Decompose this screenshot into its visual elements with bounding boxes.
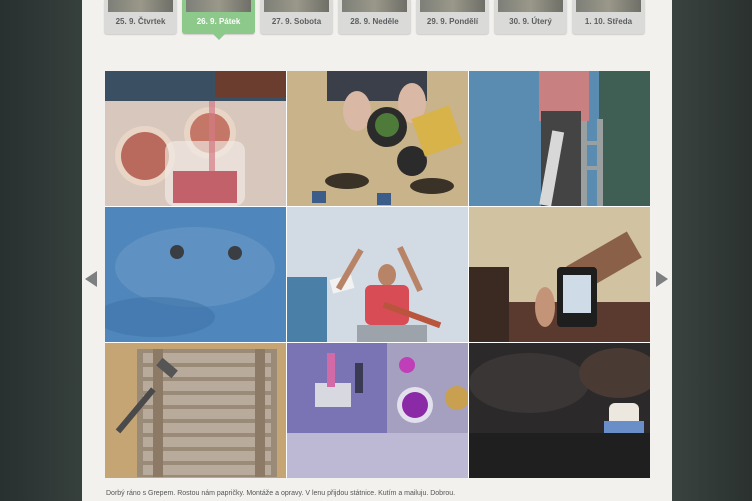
tab-label: 25. 9. Čtvrtek xyxy=(115,17,166,26)
blue-wall-photo[interactable] xyxy=(105,207,286,342)
tab-day-1[interactable]: 25. 9. Čtvrtek xyxy=(104,0,177,34)
tab-label: 27. 9. Sobota xyxy=(271,17,322,26)
photo-image xyxy=(287,343,468,478)
day-tabs: 25. 9. Čtvrtek 26. 9. Pátek 27. 9. Sobot… xyxy=(104,0,652,40)
tab-day-3[interactable]: 27. 9. Sobota xyxy=(260,0,333,34)
photo-image xyxy=(105,343,286,478)
photo-image xyxy=(469,207,650,342)
photo-image xyxy=(105,71,286,206)
tab-thumbnail xyxy=(264,0,329,12)
tab-thumbnail xyxy=(342,0,407,12)
photo-image xyxy=(287,207,468,342)
tab-label: 29. 9. Pondělí xyxy=(426,17,479,26)
arrow-left-icon[interactable] xyxy=(85,271,97,287)
photo-grid xyxy=(105,71,650,478)
photo-image xyxy=(469,343,650,478)
tab-day-7[interactable]: 1. 10. Středa xyxy=(572,0,645,34)
ladder-repair-photo[interactable] xyxy=(469,71,650,206)
tab-day-4[interactable]: 28. 9. Neděle xyxy=(338,0,411,34)
wooden-boards-hammer-photo[interactable] xyxy=(105,343,286,478)
screen-bezel-left xyxy=(0,0,82,501)
tab-thumbnail xyxy=(108,0,173,12)
grapefruit-juice-photo[interactable] xyxy=(105,71,286,206)
evening-rest-photo[interactable] xyxy=(469,343,650,478)
page: 25. 9. Čtvrtek 26. 9. Pátek 27. 9. Sobot… xyxy=(82,0,672,501)
paint-brushes-photo[interactable] xyxy=(287,343,468,478)
tab-label: 1. 10. Středa xyxy=(584,17,633,26)
tab-thumbnail xyxy=(186,0,251,12)
photo-image xyxy=(105,207,286,342)
tab-thumbnail xyxy=(498,0,563,12)
photo-image xyxy=(287,71,468,206)
tab-day-5[interactable]: 29. 9. Pondělí xyxy=(416,0,489,34)
man-on-ladder-photo[interactable] xyxy=(287,207,468,342)
planting-pepper-photo[interactable] xyxy=(287,71,468,206)
e-reader-photo[interactable] xyxy=(469,207,650,342)
tab-thumbnail xyxy=(576,0,641,12)
tab-thumbnail xyxy=(420,0,485,12)
tab-label: 30. 9. Úterý xyxy=(509,17,552,26)
tab-day-6[interactable]: 30. 9. Úterý xyxy=(494,0,567,34)
tab-day-2[interactable]: 26. 9. Pátek xyxy=(182,0,255,40)
tab-label: 26. 9. Pátek xyxy=(196,17,241,26)
screen-bezel-right xyxy=(672,0,752,501)
photo-image xyxy=(469,71,650,206)
photo-caption: Dorbý ráno s Grepem. Rostou nám papričky… xyxy=(106,490,456,497)
tab-label: 28. 9. Neděle xyxy=(350,17,399,26)
active-tab-pointer xyxy=(213,34,225,40)
arrow-right-icon[interactable] xyxy=(656,271,668,287)
